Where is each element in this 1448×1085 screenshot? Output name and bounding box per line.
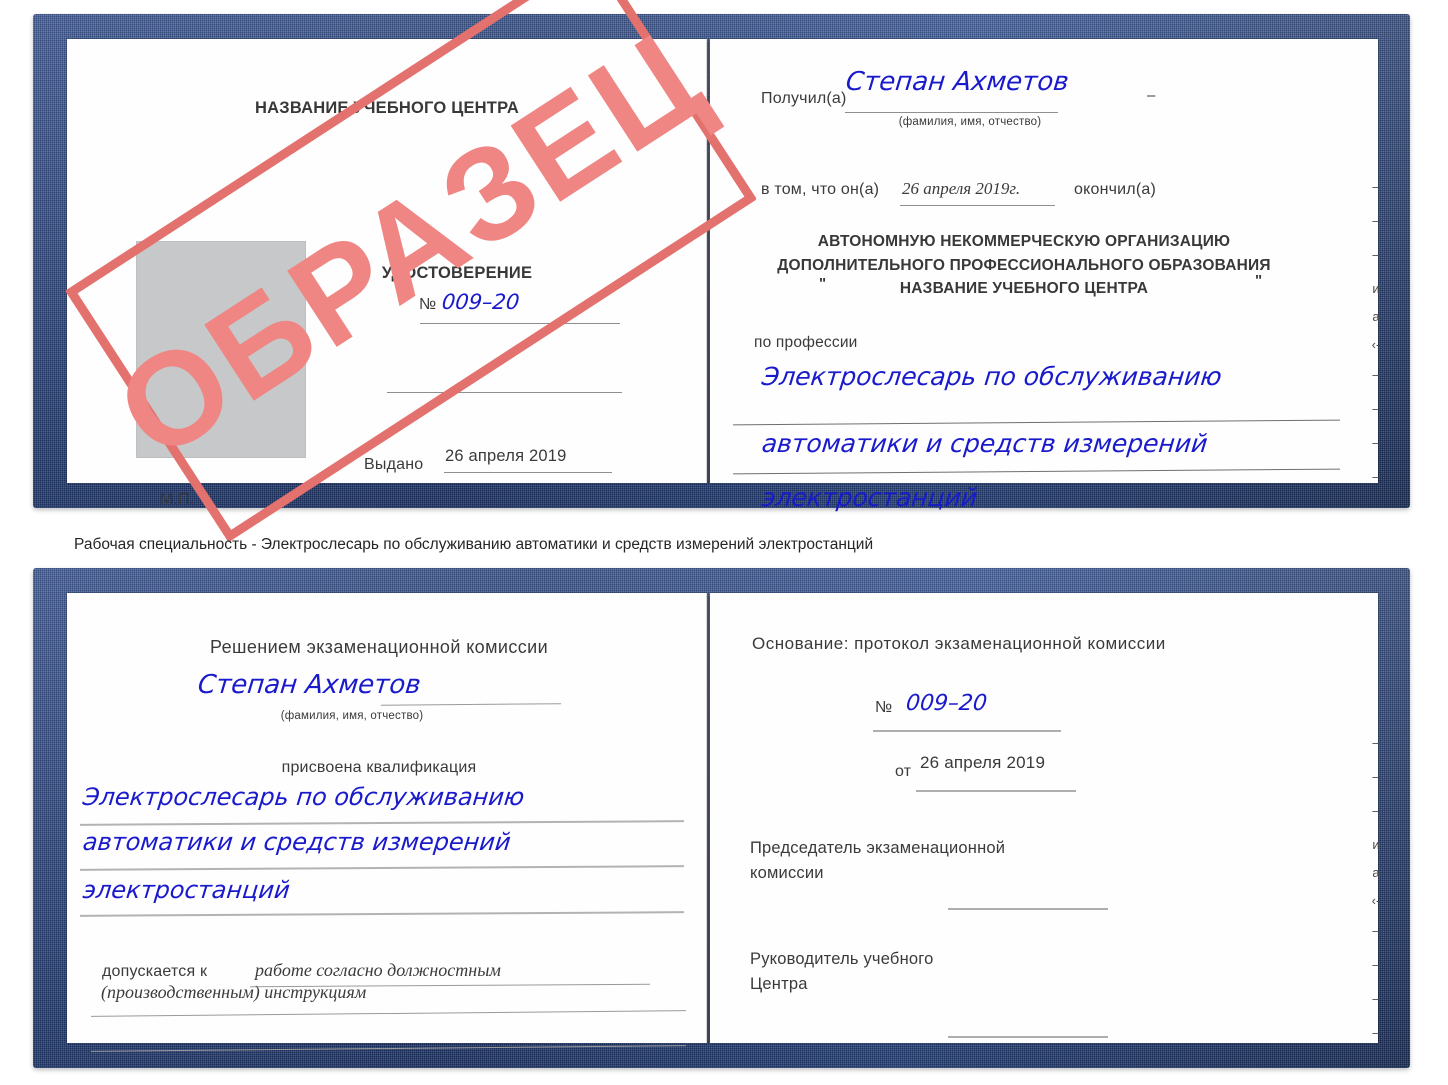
edge-mark: –: [1372, 179, 1380, 194]
bottom-date-rule: [916, 790, 1076, 792]
seal-label: М.П.: [160, 491, 195, 508]
admitted-label: допускается к: [102, 963, 208, 980]
caption-text: Рабочая специальность - Электрослесарь п…: [74, 536, 874, 553]
edge-mark: –: [1372, 213, 1380, 228]
bottom-number-label: №: [875, 699, 893, 716]
issued-rule: [444, 472, 612, 473]
edge-mark: и: [1372, 281, 1380, 296]
received-dash: –: [1147, 87, 1156, 104]
bottom-name-rule: [380, 703, 562, 706]
issued-label: Выдано: [364, 456, 424, 473]
issued-value: 26 апреля 2019: [445, 447, 567, 465]
qualification-line-3: электростанций: [81, 876, 292, 904]
admitted-value-line-1: работе согласно должностным: [255, 960, 501, 980]
training-center-heading: НАЗВАНИЕ УЧЕБНОГО ЦЕНТРА: [255, 99, 519, 117]
number-label: №: [419, 296, 437, 313]
qualification-line-1: Электрослесарь по обслуживанию: [81, 783, 526, 811]
received-value: Степан Ахметов: [844, 67, 1071, 97]
bottom-date-label: от: [895, 763, 912, 780]
received-label: Получил(а): [761, 90, 847, 107]
document-title: УДОСТОВЕРЕНИЕ: [381, 264, 533, 282]
edge-mark: ‹-: [1371, 337, 1381, 352]
qualification-rule-2: [79, 865, 685, 871]
admitted-value-line-2: (производственным) инструкциям: [101, 982, 367, 1002]
edge-mark: –: [1372, 923, 1380, 938]
org-quote-close: ": [1255, 272, 1263, 289]
org-line-2: ДОПОЛНИТЕЛЬНОГО ПРОФЕССИОНАЛЬНОГО ОБРАЗО…: [777, 257, 1271, 274]
top-right-page: Получил(а) Степан Ахметов (фамилия, имя,…: [710, 39, 1378, 512]
bottom-date-value: 26 апреля 2019: [920, 753, 1046, 772]
finished-label: окончил(а): [1074, 181, 1156, 198]
edge-mark: –: [1372, 991, 1380, 1006]
edge-marks-top: – – – и а ‹- – – – –: [1363, 179, 1389, 503]
edge-mark: –: [1372, 247, 1380, 262]
that-he-rule: [900, 205, 1055, 206]
number-rule: [420, 323, 620, 324]
edge-mark: –: [1372, 803, 1380, 818]
basis-label: Основание: протокол экзаменационной коми…: [752, 634, 1166, 653]
edge-mark: –: [1372, 435, 1380, 450]
certificate-bottom: Решением экзаменационной комиссии Степан…: [33, 568, 1410, 1068]
head-signature-rule: [948, 1036, 1108, 1038]
qualification-line-2: автоматики и средств измерений: [81, 828, 513, 856]
name-hint: (фамилия, имя, отчество): [898, 116, 1042, 128]
screenshot-root: НАЗВАНИЕ УЧЕБНОГО ЦЕНТРА УДОСТОВЕРЕНИЕ №…: [0, 0, 1448, 1085]
blank-rule-1: [387, 392, 622, 393]
decision-heading: Решением экзаменационной комиссии: [209, 637, 549, 657]
edge-marks-bottom: – – – и а ‹- – – – –: [1363, 735, 1389, 1059]
edge-mark: –: [1372, 1025, 1380, 1040]
that-he-label: в том, что он(а): [761, 181, 880, 198]
profession-rule-2: [733, 468, 1340, 475]
edge-mark: –: [1372, 769, 1380, 784]
profession-line-1: Электрослесарь по обслуживанию: [760, 362, 1224, 391]
org-line-1: АВТОНОМНУЮ НЕКОММЕРЧЕСКУЮ ОРГАНИЗАЦИЮ: [817, 233, 1231, 250]
profession-line-3: электростанций: [760, 483, 979, 512]
edge-mark: –: [1372, 401, 1380, 416]
org-line-3: НАЗВАНИЕ УЧЕБНОГО ЦЕНТРА: [899, 280, 1149, 297]
bottom-name-value: Степан Ахметов: [196, 670, 423, 700]
top-left-page: НАЗВАНИЕ УЧЕБНОГО ЦЕНТРА УДОСТОВЕРЕНИЕ №…: [67, 39, 707, 508]
profession-label: по профессии: [754, 334, 858, 351]
qualification-rule-1: [79, 820, 685, 826]
edge-mark: –: [1372, 957, 1380, 972]
chairman-line-1: Председатель экзаменационной: [750, 839, 1006, 857]
received-rule: [845, 112, 1058, 113]
edge-mark: –: [1372, 367, 1380, 382]
chairman-line-2: комиссии: [750, 864, 824, 882]
number-value: 009–20: [440, 290, 521, 314]
edge-mark: ‹-: [1371, 893, 1381, 908]
edge-mark: –: [1372, 469, 1380, 484]
certificate-top: НАЗВАНИЕ УЧЕБНОГО ЦЕНТРА УДОСТОВЕРЕНИЕ №…: [33, 14, 1410, 512]
bottom-right-page: Основание: протокол экзаменационной коми…: [710, 593, 1378, 1043]
bottom-left-page: Решением экзаменационной комиссии Степан…: [67, 593, 707, 1052]
admitted-rule-2: [91, 1010, 686, 1017]
bottom-number-value: 009–20: [904, 691, 989, 716]
edge-mark: а: [1372, 309, 1380, 324]
qualification-rule-3: [79, 911, 685, 917]
head-line-1: Руководитель учебного: [750, 950, 934, 968]
edge-mark: а: [1372, 865, 1380, 880]
photo-placeholder: [136, 241, 306, 458]
profession-line-2: автоматики и средств измерений: [760, 429, 1210, 458]
that-he-value: 26 апреля 2019г.: [902, 179, 1021, 198]
bottom-number-rule: [873, 730, 1061, 732]
chairman-signature-rule: [948, 908, 1108, 910]
bottom-name-hint: (фамилия, имя, отчество): [280, 710, 424, 722]
edge-mark: и: [1372, 837, 1380, 852]
edge-mark: –: [1372, 735, 1380, 750]
profession-rule-1: [733, 419, 1340, 426]
qualification-label: присвоена квалификация: [281, 759, 477, 776]
head-line-2: Центра: [750, 975, 808, 993]
